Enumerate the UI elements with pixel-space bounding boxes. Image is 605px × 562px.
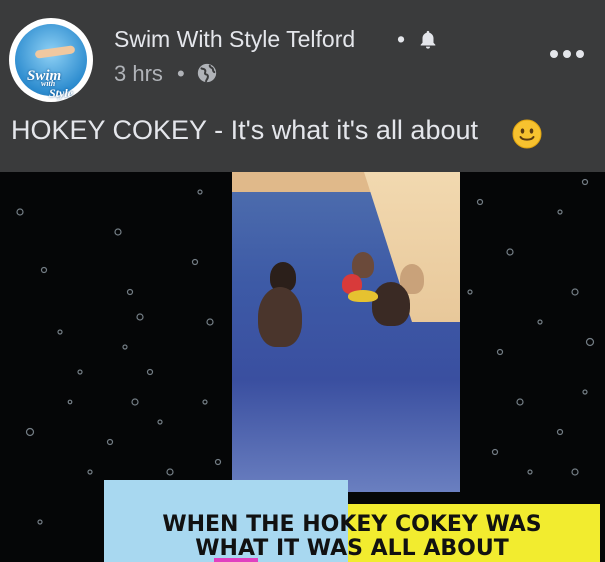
separator-dot: • xyxy=(177,61,185,86)
swimmer-graphic xyxy=(34,45,76,59)
post-caption: HOKEY COKEY - It's what it's all about xyxy=(11,115,479,145)
post-header: Swim with Style Swim With Style Telford … xyxy=(0,0,605,102)
post-timestamp[interactable]: 3 hrs xyxy=(114,61,163,87)
float-toy xyxy=(348,290,378,302)
globe-icon xyxy=(197,63,217,83)
page-name-link[interactable]: Swim With Style Telford xyxy=(114,26,355,53)
pool-scene xyxy=(232,172,460,492)
page-avatar[interactable]: Swim with Style xyxy=(9,18,93,102)
video-player[interactable]: WHEN THE HOKEY COKEY WAS WHAT IT WAS ALL… xyxy=(0,172,605,562)
swimmer-figure xyxy=(372,282,410,326)
avatar-logo: Swim with Style xyxy=(15,24,87,100)
banner-accent-bar xyxy=(214,558,258,562)
more-horizontal-icon[interactable] xyxy=(548,44,586,64)
swimmer-figure xyxy=(258,287,302,347)
banner-text-line2: WHAT IT WAS ALL ABOUT xyxy=(195,536,509,561)
logo-text-style: Style xyxy=(49,86,73,100)
banner-text-line1: WHEN THE HOKEY COKEY WAS xyxy=(162,512,542,537)
separator-dot: • xyxy=(397,26,406,52)
smiling-face-icon xyxy=(512,119,542,149)
bell-icon[interactable] xyxy=(417,29,439,51)
video-caption-banner: WHEN THE HOKEY COKEY WAS WHAT IT WAS ALL… xyxy=(104,480,600,562)
